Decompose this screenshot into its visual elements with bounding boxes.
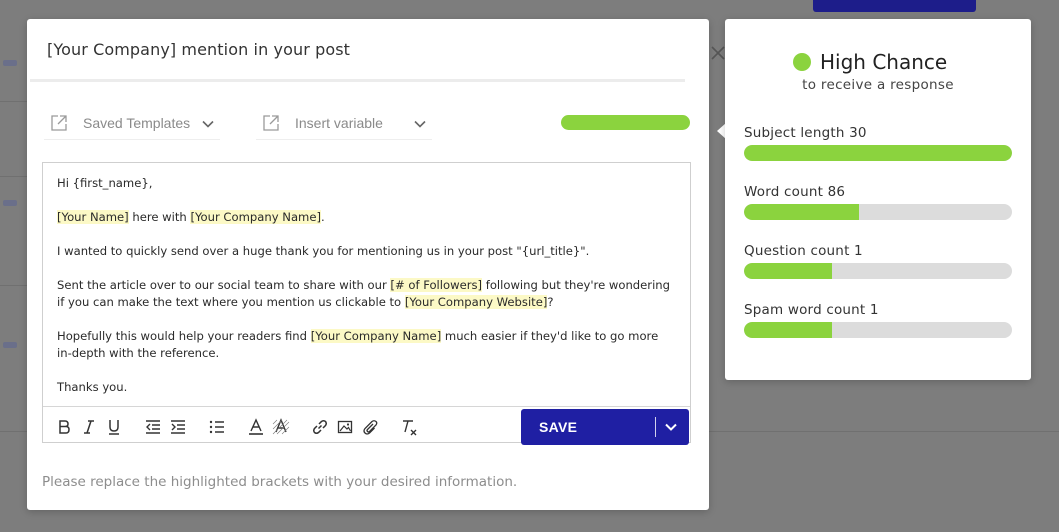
clear-format-icon[interactable]	[400, 418, 418, 436]
metric-word-count: Word count 86	[744, 184, 1012, 220]
status-dot	[793, 53, 811, 71]
email-template-modal: [Your Company] mention in your post Save…	[27, 19, 725, 510]
editor-paragraph: Thanks you.	[57, 379, 676, 396]
save-button[interactable]: SAVE	[521, 409, 689, 445]
saved-templates-label: Saved Templates	[83, 115, 191, 131]
metric-track	[744, 204, 1012, 220]
chance-title: High Chance	[820, 50, 948, 74]
placeholder-highlight: [Your Company Name]	[310, 329, 442, 343]
background-button	[813, 0, 976, 12]
background-divider	[0, 101, 27, 102]
title-divider	[30, 79, 685, 82]
metric-label: Question count 1	[744, 243, 863, 259]
metric-label: Subject length 30	[744, 125, 867, 141]
insert-variable-dropdown[interactable]: Insert variable	[256, 107, 432, 140]
font-color-icon[interactable]	[247, 418, 265, 436]
placeholder-highlight: [Your Company Website]	[404, 295, 548, 309]
image-icon[interactable]	[336, 418, 354, 436]
editor-text: Thanks you.	[57, 380, 128, 394]
editor-text: ?	[547, 295, 554, 309]
attachment-icon[interactable]	[361, 418, 379, 436]
metric-track	[744, 145, 1012, 161]
background-mark	[3, 60, 17, 66]
editor-paragraph: [Your Name] here with [Your Company Name…	[57, 209, 676, 226]
background-divider	[0, 431, 27, 432]
metric-spam-word-count: Spam word count 1	[744, 302, 1012, 338]
editor-paragraph: Hopefully this would help your readers f…	[57, 328, 676, 362]
chevron-down-icon	[414, 117, 426, 129]
editor-text: I wanted to quickly send over a huge tha…	[57, 244, 590, 258]
placeholder-highlight: [Your Company Name]	[190, 210, 321, 224]
editor-text: here with	[128, 210, 191, 224]
hint-text: Please replace the highlighted brackets …	[42, 474, 518, 490]
editor-text: Hopefully this would help your readers f…	[57, 329, 311, 343]
metric-fill	[744, 145, 1012, 161]
editor-paragraph: Hi {first_name},	[57, 175, 676, 192]
chevron-down-icon	[202, 117, 214, 129]
chevron-down-icon[interactable]	[664, 420, 678, 434]
underline-icon[interactable]	[105, 418, 123, 436]
outdent-icon[interactable]	[144, 418, 162, 436]
metric-label: Spam word count 1	[744, 302, 879, 318]
metric-fill	[744, 263, 833, 279]
italic-icon[interactable]	[80, 418, 98, 436]
metric-track	[744, 322, 1012, 338]
background-divider	[709, 431, 1059, 432]
response-score-panel: High Chance to receive a response Subjec…	[725, 19, 1031, 380]
modal-title: [Your Company] mention in your post	[47, 40, 351, 59]
background-divider	[0, 285, 27, 286]
insert-variable-label: Insert variable	[295, 115, 383, 131]
metric-label: Word count 86	[744, 184, 846, 200]
placeholder-highlight: [# of Followers]	[390, 278, 483, 292]
metric-track	[744, 263, 1012, 279]
save-divider	[655, 417, 656, 437]
editor-content[interactable]: Hi {first_name}, [Your Name] here with [Y…	[57, 175, 676, 396]
background-divider	[0, 176, 27, 177]
highlight-icon[interactable]	[272, 418, 290, 436]
editor-text: Sent the article over to our social team…	[57, 278, 391, 292]
chance-subtitle: to receive a response	[802, 77, 954, 93]
external-link-icon	[49, 113, 69, 133]
metric-question-count: Question count 1	[744, 243, 1012, 279]
link-icon[interactable]	[311, 418, 329, 436]
bullet-list-icon[interactable]	[208, 418, 226, 436]
overall-score-bar	[561, 115, 690, 130]
metric-fill	[744, 322, 833, 338]
placeholder-highlight: [Your Name]	[57, 210, 129, 224]
background-mark	[3, 200, 17, 206]
email-editor[interactable]: Hi {first_name}, [Your Name] here with [Y…	[42, 162, 691, 443]
background-mark	[3, 342, 17, 348]
editor-text: .	[321, 210, 325, 224]
editor-text: Hi {first_name},	[57, 176, 153, 190]
save-label: SAVE	[539, 419, 578, 435]
bold-icon[interactable]	[55, 418, 73, 436]
saved-templates-dropdown[interactable]: Saved Templates	[44, 107, 220, 140]
external-link-icon	[261, 113, 281, 133]
indent-icon[interactable]	[169, 418, 187, 436]
metric-fill	[744, 204, 860, 220]
editor-paragraph: I wanted to quickly send over a huge tha…	[57, 243, 676, 260]
metric-subject-length: Subject length 30	[744, 125, 1012, 161]
editor-paragraph: Sent the article over to our social team…	[57, 277, 676, 311]
